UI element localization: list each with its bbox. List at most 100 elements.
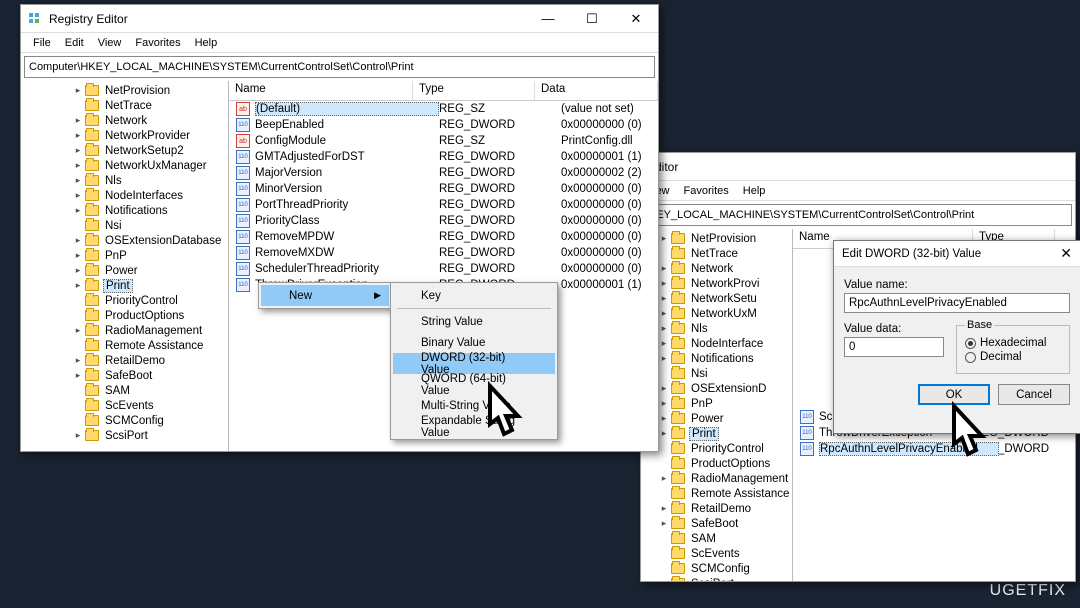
list-header[interactable]: Name Type Data (229, 81, 658, 101)
tree-item[interactable]: SAM (641, 531, 792, 546)
cancel-button[interactable]: Cancel (998, 384, 1070, 405)
expand-icon[interactable]: ▸ (71, 115, 85, 126)
tree-item[interactable]: ▸RadioManagement (21, 323, 228, 338)
value-row[interactable]: 110BeepEnabledREG_DWORD0x00000000 (0) (229, 117, 658, 133)
tree-item[interactable]: ▸NodeInterfaces (21, 188, 228, 203)
close-icon[interactable]: ✕ (1060, 245, 1072, 262)
tree-item[interactable]: ▸NetworkSetu (641, 291, 792, 306)
value-row[interactable]: ab(Default)REG_SZ(value not set) (229, 101, 658, 117)
ctx-new[interactable]: New▶ (261, 285, 389, 306)
tree-item[interactable]: ▸NetProvision (21, 83, 228, 98)
tree-item[interactable]: SAM (21, 383, 228, 398)
ctx-item[interactable]: Expandable String Value (393, 416, 555, 437)
tree-item[interactable]: SCMConfig (641, 561, 792, 576)
expand-icon[interactable]: ▸ (71, 430, 85, 441)
context-menu[interactable]: New▶ (258, 282, 392, 309)
menu-favorites[interactable]: Favorites (678, 183, 735, 199)
expand-icon[interactable]: ▸ (657, 578, 671, 581)
minimize-button[interactable]: — (526, 5, 570, 33)
tree-item[interactable]: ▸NetworkSetup2 (21, 143, 228, 158)
tree-item[interactable]: PriorityControl (21, 293, 228, 308)
expand-icon[interactable]: ▸ (657, 323, 671, 334)
expand-icon[interactable]: ▸ (71, 355, 85, 366)
tree-item[interactable]: ▸Power (21, 263, 228, 278)
expand-icon[interactable]: ▸ (71, 235, 85, 246)
ctx-item[interactable]: DWORD (32-bit) Value (393, 353, 555, 374)
tree-item[interactable]: ▸NetworkUxManager (21, 158, 228, 173)
expand-icon[interactable]: ▸ (657, 293, 671, 304)
expand-icon[interactable]: ▸ (71, 205, 85, 216)
ctx-item[interactable]: Multi-String Value (393, 395, 555, 416)
tree-item[interactable]: ScEvents (641, 546, 792, 561)
tree-item[interactable]: Remote Assistance (21, 338, 228, 353)
value-row[interactable]: 110RpcAuthnLevelPrivacyEnabled (793, 441, 999, 457)
expand-icon[interactable]: ▸ (71, 145, 85, 156)
ctx-item[interactable]: Binary Value (393, 332, 555, 353)
menu-edit[interactable]: Edit (59, 35, 90, 51)
expand-icon[interactable]: ▸ (71, 370, 85, 381)
tree-item[interactable]: ▸ScsiPort (21, 428, 228, 443)
tree-item[interactable]: ProductOptions (641, 456, 792, 471)
titlebar[interactable]: Editor (641, 153, 1075, 181)
radio-hex[interactable]: Hexadecimal (965, 337, 1061, 349)
expand-icon[interactable]: ▸ (657, 413, 671, 424)
tree-item[interactable]: ▸Notifications (641, 351, 792, 366)
tree-item[interactable]: ▸OSExtensionDatabase (21, 233, 228, 248)
tree-item[interactable]: ▸RetailDemo (21, 353, 228, 368)
value-row[interactable]: 110GMTAdjustedForDSTREG_DWORD0x00000001 … (229, 149, 658, 165)
value-row[interactable]: 110MinorVersionREG_DWORD0x00000000 (0) (229, 181, 658, 197)
tree-item[interactable]: ▸SafeBoot (641, 516, 792, 531)
value-row[interactable]: abConfigModuleREG_SZPrintConfig.dll (229, 133, 658, 149)
expand-icon[interactable]: ▸ (71, 265, 85, 276)
tree-item[interactable]: ▸Print (641, 426, 792, 441)
tree-item[interactable]: ▸NetworkUxM (641, 306, 792, 321)
expand-icon[interactable]: ▸ (657, 428, 671, 439)
tree-item[interactable]: ▸RadioManagement (641, 471, 792, 486)
expand-icon[interactable]: ▸ (71, 85, 85, 96)
expand-icon[interactable]: ▸ (71, 130, 85, 141)
tree-item[interactable]: ▸PnP (21, 248, 228, 263)
address-bar[interactable]: Computer\HKEY_LOCAL_MACHINE\SYSTEM\Curre… (24, 56, 655, 78)
tree-item[interactable]: NetTrace (21, 98, 228, 113)
dialog-titlebar[interactable]: Edit DWORD (32-bit) Value ✕ (834, 241, 1080, 267)
registry-tree[interactable]: ▸NetProvisionNetTrace▸Network▸NetworkPro… (641, 229, 793, 581)
tree-item[interactable]: ProductOptions (21, 308, 228, 323)
value-row[interactable]: 110PriorityClassREG_DWORD0x00000000 (0) (229, 213, 658, 229)
tree-item[interactable]: ▸Power (641, 411, 792, 426)
value-row[interactable]: 110SchedulerThreadPriorityREG_DWORD0x000… (229, 261, 658, 277)
tree-item[interactable]: ▸OSExtensionD (641, 381, 792, 396)
tree-item[interactable]: ▸SafeBoot (21, 368, 228, 383)
expand-icon[interactable]: ▸ (71, 325, 85, 336)
tree-item[interactable]: ScEvents (21, 398, 228, 413)
col-type[interactable]: Type (413, 81, 535, 100)
tree-item[interactable]: Remote Assistance (641, 486, 792, 501)
tree-item[interactable]: ▸Nls (21, 173, 228, 188)
expand-icon[interactable]: ▸ (657, 233, 671, 244)
menu-help[interactable]: Help (189, 35, 224, 51)
expand-icon[interactable]: ▸ (657, 308, 671, 319)
tree-item[interactable]: ▸NetworkProvi (641, 276, 792, 291)
tree-item[interactable]: ▸Print (21, 278, 228, 293)
expand-icon[interactable]: ▸ (657, 263, 671, 274)
tree-item[interactable]: ▸ScsiPort (641, 576, 792, 581)
col-data[interactable]: Data (535, 81, 658, 100)
expand-icon[interactable]: ▸ (71, 280, 85, 291)
value-row[interactable]: 110RemoveMPDWREG_DWORD0x00000000 (0) (229, 229, 658, 245)
address-bar[interactable]: KEY_LOCAL_MACHINE\SYSTEM\CurrentControlS… (644, 204, 1072, 226)
ctx-item[interactable]: Key (393, 285, 555, 306)
menu-favorites[interactable]: Favorites (129, 35, 186, 51)
tree-item[interactable]: ▸Nls (641, 321, 792, 336)
tree-item[interactable]: SCMConfig (21, 413, 228, 428)
expand-icon[interactable]: ▸ (657, 503, 671, 514)
tree-item[interactable]: Nsi (641, 366, 792, 381)
expand-icon[interactable]: ▸ (657, 338, 671, 349)
menu-view[interactable]: View (92, 35, 128, 51)
context-submenu-new[interactable]: KeyString ValueBinary ValueDWORD (32-bit… (390, 282, 558, 440)
close-button[interactable]: ✕ (614, 5, 658, 33)
ctx-item[interactable]: QWORD (64-bit) Value (393, 374, 555, 395)
tree-item[interactable]: ▸NetProvision (641, 231, 792, 246)
expand-icon[interactable]: ▸ (71, 250, 85, 261)
expand-icon[interactable]: ▸ (657, 383, 671, 394)
expand-icon[interactable]: ▸ (657, 518, 671, 529)
menu-file[interactable]: File (27, 35, 57, 51)
